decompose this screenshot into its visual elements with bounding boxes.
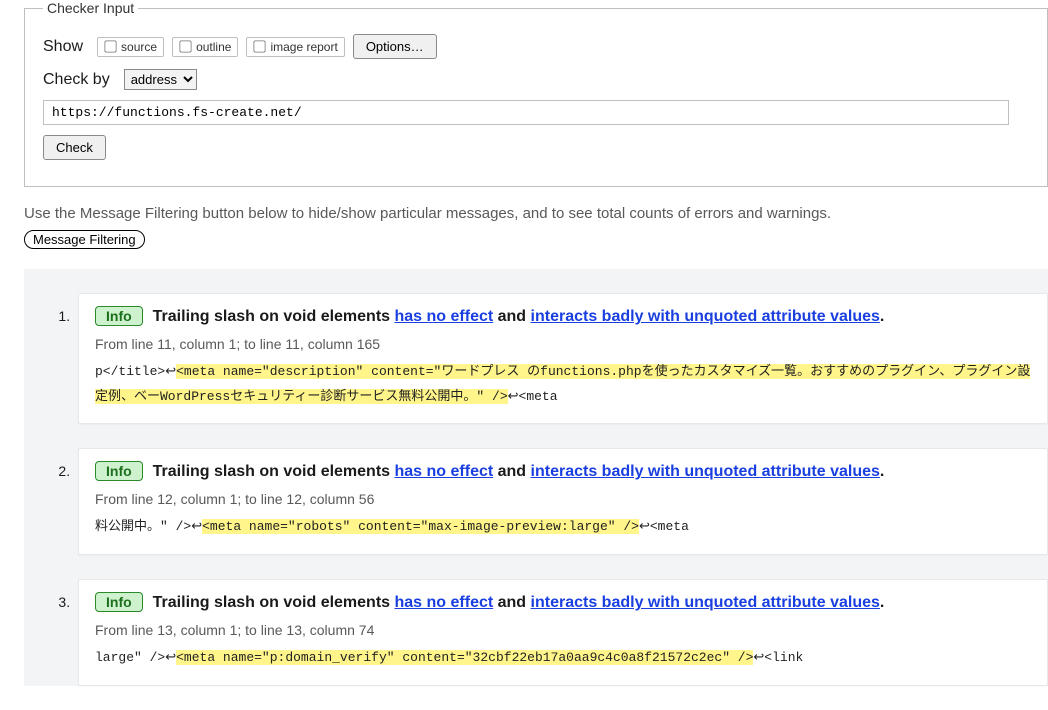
highlighted-code: <meta name="description" content="ワードプレス… — [95, 364, 1030, 404]
message-text: Trailing slash on void elements has no e… — [153, 463, 885, 481]
result-item: Info Trailing slash on void elements has … — [74, 293, 1048, 424]
options-button[interactable]: Options… — [353, 34, 437, 59]
show-outline-option[interactable]: outline — [172, 37, 238, 57]
message-card: Info Trailing slash on void elements has … — [78, 448, 1048, 555]
message-text: Trailing slash on void elements has no e… — [153, 308, 885, 326]
message-link[interactable]: interacts badly with unquoted attribute … — [531, 463, 880, 480]
message-header: Info Trailing slash on void elements has … — [95, 592, 1031, 612]
check-row: Check — [43, 135, 1029, 160]
highlighted-code: <meta name="p:domain_verify" content="32… — [176, 650, 753, 665]
checker-legend: Checker Input — [43, 0, 138, 16]
message-text: Trailing slash on void elements has no e… — [153, 594, 885, 612]
severity-badge: Info — [95, 592, 143, 612]
message-header: Info Trailing slash on void elements has … — [95, 461, 1031, 481]
show-source-checkbox[interactable] — [104, 40, 116, 52]
show-label: Show — [43, 38, 83, 56]
show-outline-text: outline — [196, 40, 231, 54]
message-link[interactable]: has no effect — [395, 463, 494, 480]
message-location: From line 11, column 1; to line 11, colu… — [95, 336, 1031, 352]
message-card: Info Trailing slash on void elements has … — [78, 293, 1048, 424]
severity-badge: Info — [95, 306, 143, 326]
message-link[interactable]: interacts badly with unquoted attribute … — [531, 594, 880, 611]
result-item: Info Trailing slash on void elements has … — [74, 448, 1048, 555]
code-extract: large" />↩<meta name="p:domain_verify" c… — [95, 646, 1031, 671]
message-location: From line 12, column 1; to line 12, colu… — [95, 491, 1031, 507]
code-extract: 料公開中。" />↩<meta name="robots" content="m… — [95, 515, 1031, 540]
show-outline-checkbox[interactable] — [179, 40, 191, 52]
check-button[interactable]: Check — [43, 135, 106, 160]
url-input[interactable] — [43, 100, 1009, 125]
result-item: Info Trailing slash on void elements has … — [74, 579, 1048, 686]
show-imagereport-checkbox[interactable] — [254, 40, 266, 52]
show-row: Show source outline image report Options… — [43, 34, 1029, 59]
message-link[interactable]: has no effect — [395, 594, 494, 611]
checker-input-fieldset: Checker Input Show source outline image … — [24, 0, 1048, 187]
message-card: Info Trailing slash on void elements has … — [78, 579, 1048, 686]
message-link[interactable]: has no effect — [395, 308, 494, 325]
checkby-label: Check by — [43, 71, 110, 89]
code-extract: p</title>↩<meta name="description" conte… — [95, 360, 1031, 409]
show-imagereport-option[interactable]: image report — [246, 37, 344, 57]
message-location: From line 13, column 1; to line 13, colu… — [95, 622, 1031, 638]
highlighted-code: <meta name="robots" content="max-image-p… — [202, 519, 639, 534]
show-source-text: source — [121, 40, 157, 54]
message-header: Info Trailing slash on void elements has … — [95, 306, 1031, 326]
checkby-row: Check by address — [43, 69, 1029, 90]
show-imagereport-text: image report — [270, 40, 337, 54]
severity-badge: Info — [95, 461, 143, 481]
message-link[interactable]: interacts badly with unquoted attribute … — [531, 308, 880, 325]
intro-text: Use the Message Filtering button below t… — [24, 205, 1048, 222]
message-filtering-button[interactable]: Message Filtering — [24, 230, 145, 249]
checkby-select[interactable]: address — [124, 69, 197, 90]
url-row — [43, 100, 1029, 125]
show-source-option[interactable]: source — [97, 37, 164, 57]
results-area: Info Trailing slash on void elements has … — [24, 269, 1048, 686]
